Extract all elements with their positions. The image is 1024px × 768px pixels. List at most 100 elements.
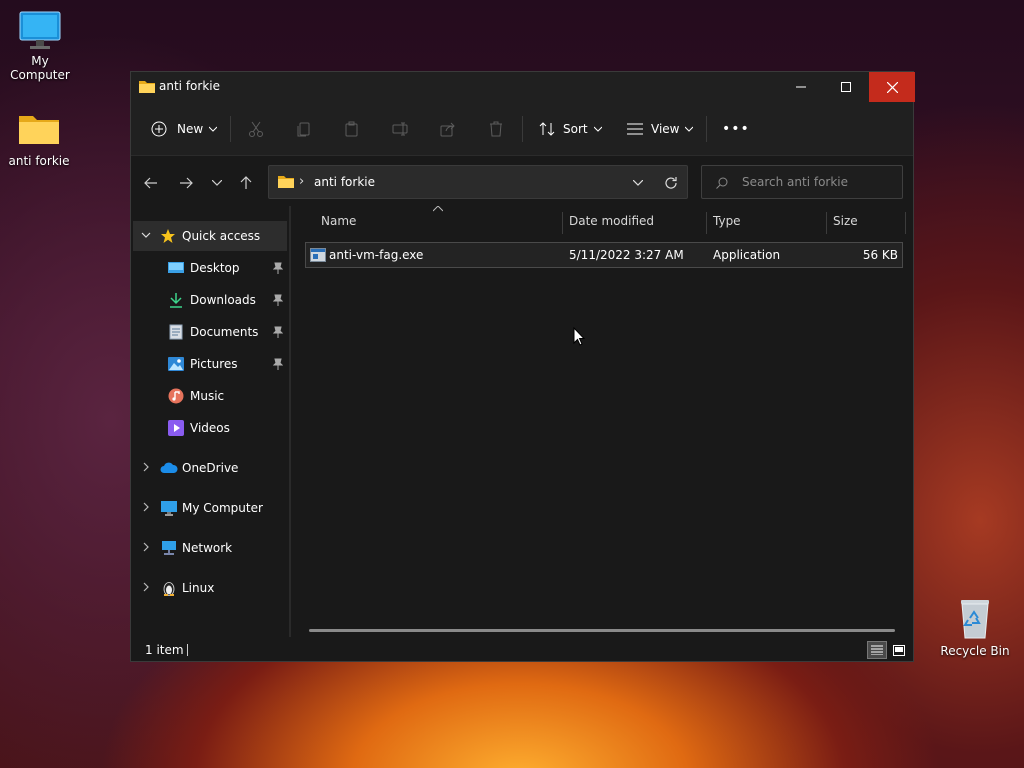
sidebar-item-label: Documents [190, 325, 259, 339]
application-icon [310, 248, 326, 262]
copy-button[interactable] [296, 115, 312, 143]
document-icon [169, 324, 183, 340]
command-bar: New Sort View ••• [131, 102, 913, 156]
sidebar-item-network[interactable]: Network [133, 533, 287, 563]
horizontal-scrollbar[interactable] [309, 629, 895, 632]
breadcrumb-separator: › [299, 174, 305, 189]
chevron-down-icon [212, 180, 222, 186]
search-input[interactable]: Search anti forkie [742, 175, 848, 189]
tiles-view-button[interactable] [890, 641, 908, 659]
pin-icon[interactable] [273, 262, 283, 274]
arrow-right-icon [180, 177, 193, 189]
clipboard-icon [345, 121, 358, 137]
desktop-icon-label: My Computer [10, 54, 70, 82]
column-header-size[interactable]: Size [833, 214, 858, 228]
column-divider[interactable] [905, 212, 906, 234]
minimize-icon [796, 86, 806, 88]
navigation-row: › anti forkie Search anti forkie [131, 156, 913, 206]
sidebar-item-documents[interactable]: Documents [133, 317, 287, 347]
file-date: 5/11/2022 3:27 AM [569, 248, 684, 262]
column-divider[interactable] [706, 212, 707, 234]
more-options-button[interactable]: ••• [722, 115, 750, 143]
pin-icon[interactable] [273, 358, 283, 370]
sidebar-item-pictures[interactable]: Pictures [133, 349, 287, 379]
details-view-button[interactable] [867, 641, 887, 659]
sidebar-item-label: Downloads [190, 293, 256, 307]
recycle-bin-icon [961, 600, 989, 639]
chevron-right-icon[interactable] [141, 462, 151, 472]
close-icon [886, 81, 898, 93]
download-icon [170, 293, 182, 308]
sidebar-item-label: Music [190, 389, 225, 403]
column-header-name[interactable]: Name [321, 214, 356, 228]
folder-icon [278, 176, 294, 188]
chevron-down-icon [209, 126, 218, 132]
sort-button[interactable]: Sort [539, 115, 602, 143]
view-lines-icon [627, 123, 643, 135]
view-label: View [651, 122, 680, 136]
sidebar-item-my-computer[interactable]: My Computer [133, 493, 287, 523]
file-row[interactable]: anti-vm-fag.exe 5/11/2022 3:27 AM Applic… [305, 242, 903, 268]
file-explorer-window: anti forkie New Sort View ••• › anti for… [130, 71, 915, 662]
column-divider[interactable] [562, 212, 563, 234]
desktop-icon-recycle-bin[interactable]: Recycle Bin [935, 596, 1015, 658]
sidebar-item-label: Network [182, 541, 233, 555]
breadcrumb-current[interactable]: anti forkie [314, 175, 375, 189]
pictures-icon [168, 357, 184, 371]
chevron-right-icon[interactable] [141, 582, 151, 592]
sidebar-item-music[interactable]: Music [133, 381, 287, 411]
file-type: Application [713, 248, 781, 262]
rename-button[interactable] [392, 115, 410, 143]
share-button[interactable] [440, 115, 456, 143]
sidebar-item-onedrive[interactable]: OneDrive [133, 453, 287, 483]
address-bar[interactable]: › anti forkie [268, 165, 688, 199]
chevron-down-icon[interactable] [141, 230, 151, 240]
new-button[interactable]: New [151, 115, 218, 143]
monitor-icon [19, 11, 61, 49]
sidebar-item-linux[interactable]: Linux [133, 573, 287, 603]
sidebar-item-quick-access[interactable]: Quick access [133, 221, 287, 251]
column-header-type[interactable]: Type [713, 214, 741, 228]
sidebar-item-downloads[interactable]: Downloads [133, 285, 287, 315]
maximize-icon [841, 82, 851, 92]
desktop-icon-label: anti forkie [8, 154, 70, 168]
penguin-icon [163, 582, 175, 596]
desktop-icon-my-computer[interactable]: My Computer [0, 10, 80, 82]
sort-ascending-icon [433, 206, 443, 212]
delete-button[interactable] [488, 115, 504, 143]
minimize-button[interactable] [778, 72, 824, 102]
file-list: Name Date modified Type Size anti-vm-fag… [291, 206, 913, 646]
desktop-icon-folder[interactable]: anti forkie [0, 110, 79, 168]
cut-button[interactable] [248, 115, 264, 143]
column-header-date[interactable]: Date modified [569, 214, 654, 228]
refresh-icon[interactable] [664, 176, 678, 190]
status-bar: 1 item [131, 637, 913, 661]
forward-button[interactable] [174, 171, 198, 195]
chevron-down-icon[interactable] [633, 180, 643, 186]
file-size: 56 KB [862, 248, 898, 262]
file-name: anti-vm-fag.exe [329, 248, 424, 262]
sidebar-item-desktop[interactable]: Desktop [133, 253, 287, 283]
chevron-right-icon[interactable] [141, 502, 151, 512]
sidebar-item-videos[interactable]: Videos [133, 413, 287, 443]
chevron-right-icon[interactable] [141, 542, 151, 552]
sidebar-item-label: My Computer [182, 501, 263, 515]
title-bar[interactable]: anti forkie [131, 72, 915, 102]
close-button[interactable] [869, 72, 915, 102]
more-icon: ••• [722, 121, 750, 137]
back-button[interactable] [139, 171, 163, 195]
copy-icon [297, 122, 310, 137]
paste-button[interactable] [344, 115, 360, 143]
view-button[interactable]: View [627, 115, 694, 143]
pin-icon[interactable] [273, 326, 283, 338]
up-button[interactable] [234, 171, 258, 195]
chevron-down-icon [593, 126, 602, 132]
search-box[interactable]: Search anti forkie [701, 165, 903, 199]
mouse-cursor-icon [573, 327, 585, 346]
recent-locations-button[interactable] [205, 171, 229, 195]
pin-icon[interactable] [273, 294, 283, 306]
column-divider[interactable] [826, 212, 827, 234]
desktop-icon-label: Recycle Bin [940, 644, 1010, 658]
maximize-button[interactable] [823, 72, 869, 102]
new-label: New [177, 122, 204, 136]
